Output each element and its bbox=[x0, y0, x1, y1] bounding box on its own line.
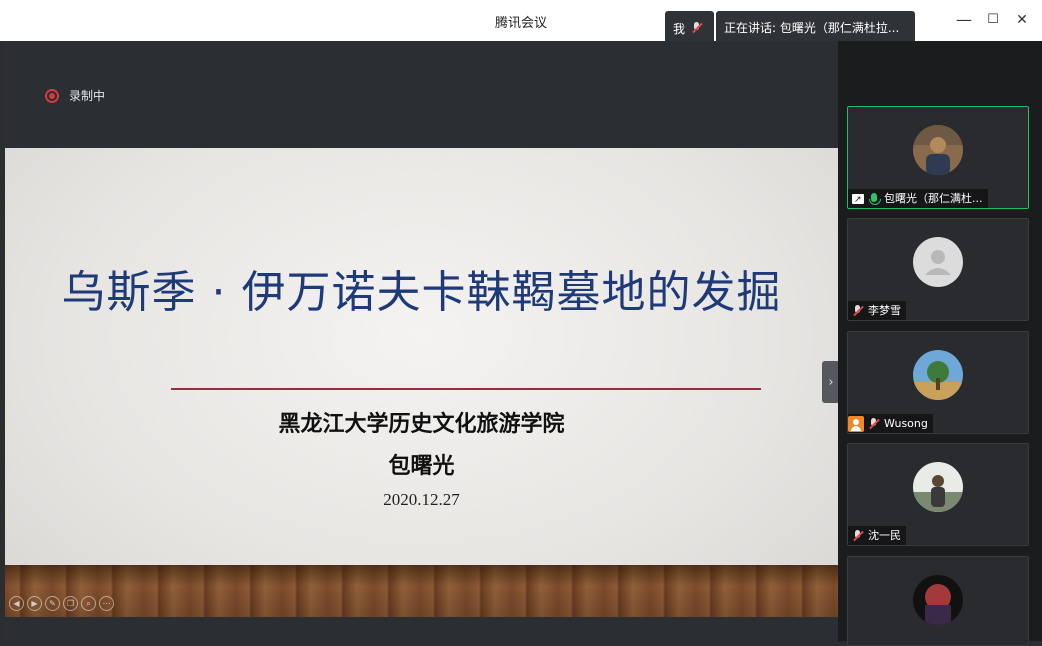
me-label: 我 bbox=[673, 21, 686, 36]
mic-muted-icon bbox=[691, 22, 703, 34]
recording-indicator: 录制中 bbox=[45, 87, 105, 104]
chevron-right-icon: › bbox=[828, 374, 834, 390]
avatar bbox=[913, 462, 963, 512]
participant-tile-5[interactable] bbox=[847, 556, 1029, 646]
maximize-button[interactable]: ☐ bbox=[981, 9, 1005, 31]
participant-name-tag: 李梦雪 bbox=[848, 301, 906, 320]
avatar-photo bbox=[913, 462, 963, 512]
participant-name: Wusong bbox=[884, 417, 928, 430]
mic-muted-icon bbox=[868, 417, 880, 430]
wood-floor-decoration bbox=[5, 565, 838, 617]
participant-name-tag: Wusong bbox=[848, 414, 933, 433]
slide-institution: 黑龙江大学历史文化旅游学院 bbox=[278, 411, 565, 437]
recording-dot-icon bbox=[45, 88, 59, 103]
participant-tile-4[interactable]: 沈一民 bbox=[847, 443, 1029, 546]
participant-name: 沈一民 bbox=[868, 529, 901, 542]
avatar bbox=[913, 350, 963, 400]
next-slide-icon[interactable]: ▶ bbox=[27, 596, 42, 611]
participant-tile-2[interactable]: 李梦雪 bbox=[847, 218, 1029, 321]
slide-presenter: 包曙光 bbox=[388, 453, 455, 479]
avatar bbox=[913, 575, 963, 625]
participant-name: 李梦雪 bbox=[868, 304, 901, 317]
slide-controls: ◀ ▶ ✎ ❐ ⌕ ⋯ bbox=[9, 596, 114, 611]
slide-date: 2020.12.27 bbox=[383, 490, 460, 509]
participant-name: 包曙光（那仁满杜... bbox=[884, 192, 983, 205]
prev-slide-icon[interactable]: ◀ bbox=[9, 596, 24, 611]
speaking-indicator: 正在讲话: 包曙光（那仁满杜拉... bbox=[716, 11, 915, 45]
avatar bbox=[913, 125, 963, 175]
avatar-photo bbox=[913, 350, 963, 400]
participant-name-tag: 包曙光（那仁满杜... bbox=[848, 189, 988, 210]
participant-tile-1[interactable]: 包曙光（那仁满杜... bbox=[847, 106, 1029, 210]
shared-screen-area: 录制中 乌斯季 · 伊万诺夫卡靺鞨墓地的发掘 黑龙江大学历史文化旅游学院 包曙光… bbox=[5, 41, 840, 641]
mic-muted-icon bbox=[852, 529, 864, 542]
self-status-pill[interactable]: 我 bbox=[665, 11, 714, 45]
participant-tile-3[interactable]: Wusong bbox=[847, 331, 1029, 434]
close-button[interactable]: ✕ bbox=[1010, 9, 1034, 31]
slide-divider bbox=[171, 388, 761, 390]
mic-muted-icon bbox=[852, 304, 864, 317]
participant-panel: 包曙光（那仁满杜... 李梦雪 Wusong bbox=[838, 41, 1042, 646]
screen-share-icon bbox=[852, 191, 864, 210]
minimize-button[interactable]: — bbox=[952, 9, 976, 31]
presentation-slide: 乌斯季 · 伊万诺夫卡靺鞨墓地的发掘 黑龙江大学历史文化旅游学院 包曙光 202… bbox=[5, 148, 838, 617]
more-icon[interactable]: ⋯ bbox=[99, 596, 114, 611]
pen-icon[interactable]: ✎ bbox=[45, 596, 60, 611]
host-icon bbox=[848, 415, 864, 432]
participant-name-tag: 沈一民 bbox=[848, 526, 906, 545]
slides-icon[interactable]: ❐ bbox=[63, 596, 78, 611]
default-avatar-icon bbox=[913, 237, 963, 287]
avatar bbox=[913, 237, 963, 287]
avatar-photo bbox=[913, 575, 963, 625]
avatar-photo bbox=[913, 125, 963, 175]
mic-on-icon bbox=[868, 192, 881, 205]
recording-label: 录制中 bbox=[69, 89, 106, 103]
zoom-icon[interactable]: ⌕ bbox=[81, 596, 96, 611]
slide-title: 乌斯季 · 伊万诺夫卡靺鞨墓地的发掘 bbox=[61, 267, 782, 318]
